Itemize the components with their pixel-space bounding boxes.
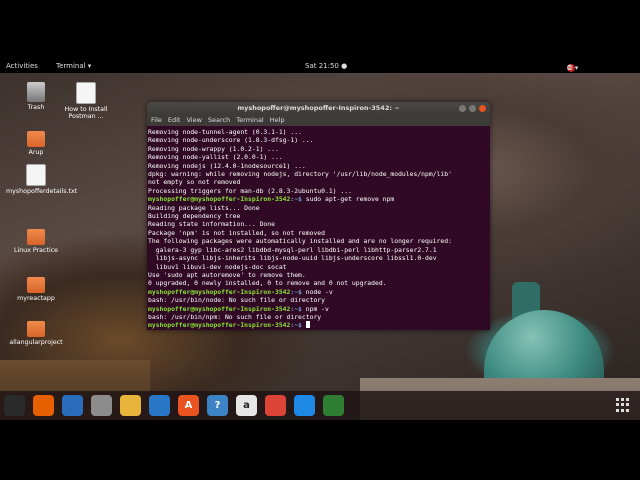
- menu-terminal[interactable]: Terminal: [236, 115, 263, 126]
- terminal-output-line: Building dependency tree: [148, 212, 241, 221]
- terminal-output-line: Removing node-tunnel-agent (0.3.1-1) ...: [148, 128, 302, 136]
- desktop-icon-label: allangularproject: [9, 339, 63, 346]
- menu-file[interactable]: File: [151, 115, 162, 126]
- folder-icon: [27, 277, 45, 293]
- terminal-output[interactable]: Removing node-tunnel-agent (0.3.1-1) ...…: [147, 126, 490, 330]
- terminal-output-line: bash: /usr/bin/npm: No such file or dire…: [148, 312, 322, 321]
- terminal-output-line: Processing triggers for man-db (2.8.3-2u…: [148, 186, 352, 195]
- maximize-icon[interactable]: [469, 105, 476, 112]
- menu-search[interactable]: Search: [208, 115, 230, 126]
- close-icon[interactable]: [479, 105, 486, 112]
- desktop-icon-label: myshopofferdetails.txt: [6, 188, 78, 195]
- desktop-icon-label: How to Install Postman ...: [64, 106, 108, 120]
- terminal-command: npm -v: [305, 304, 329, 313]
- terminal-output-line: Removing node-underscore (1.8.3-dfsg-1) …: [148, 136, 314, 145]
- terminal-output-line: Reading state information... Done: [148, 220, 275, 229]
- folder-icon: [27, 229, 45, 245]
- terminal-output-line: Removing nodejs (12.4.0-1nodesource1) ..…: [148, 161, 306, 170]
- terminal-window[interactable]: myshopoffer@myshopoffer-Inspiron-3542: ~…: [147, 102, 490, 330]
- prompt-user: myshopoffer@myshopoffer-Inspiron-3542: [148, 287, 291, 296]
- rhythmbox-icon[interactable]: [120, 395, 141, 416]
- desktop-icon-label: Arup: [28, 149, 44, 156]
- terminal-output-line: Removing node-wrappy (1.0.2-1) ...: [148, 144, 279, 153]
- terminal-prompt-line: myshopoffer@myshopoffer-Inspiron-3542:~$…: [148, 288, 490, 296]
- minimize-icon[interactable]: [459, 105, 466, 112]
- desktop-icon[interactable]: Linux Practice: [6, 226, 66, 254]
- show-applications-icon[interactable]: [616, 398, 630, 412]
- terminal-title: myshopoffer@myshopoffer-Inspiron-3542: ~: [237, 104, 400, 112]
- top-bar: Activities Terminal ▾ Sat 21:50 ● ⇅ ♪ ⏻ …: [0, 60, 640, 73]
- terminal-output-line: Package 'npm' is not installed, so not r…: [148, 228, 325, 237]
- amazon-icon[interactable]: a: [236, 395, 257, 416]
- terminal-prompt-line: myshopoffer@myshopoffer-Inspiron-3542:~$: [148, 321, 490, 329]
- prompt-path: :~$: [290, 195, 302, 204]
- terminal-output-line: 0 upgraded, 0 newly installed, 0 to remo…: [148, 279, 387, 288]
- desktop-icon[interactable]: Arup: [6, 128, 66, 156]
- desktop-icon[interactable]: myreactapp: [6, 274, 66, 302]
- help-icon[interactable]: ?: [207, 395, 228, 416]
- text-file-icon: [26, 164, 46, 186]
- prompt-path: :~$: [290, 304, 302, 313]
- prompt-user: myshopoffer@myshopoffer-Inspiron-3542: [148, 304, 291, 313]
- dock: A? a: [0, 391, 640, 420]
- terminal-output-line: not empty so not removed: [148, 178, 241, 187]
- terminal-output-line: libjs-async libjs-inherits libjs-node-uu…: [148, 254, 437, 263]
- desktop-icon[interactable]: myshopofferdetails.txt: [6, 164, 78, 195]
- desktop-icon-label: Linux Practice: [13, 247, 59, 254]
- terminal-output-line: Reading package lists... Done: [148, 203, 260, 212]
- prompt-path: :~$: [290, 321, 302, 330]
- desktop-icon[interactable]: How to Install Postman ...: [56, 82, 116, 120]
- software-center-icon[interactable]: A: [178, 395, 199, 416]
- activities-button[interactable]: Activities: [6, 62, 38, 70]
- vscode-icon[interactable]: [294, 395, 315, 416]
- desktop-icon[interactable]: allangularproject: [6, 318, 66, 346]
- app-menu-button[interactable]: Terminal ▾: [56, 62, 91, 70]
- prompt-path: :~$: [290, 287, 302, 296]
- folder-icon: [27, 131, 45, 147]
- libreoffice-writer-icon[interactable]: [149, 395, 170, 416]
- chrome-icon[interactable]: [265, 395, 286, 416]
- firefox-icon[interactable]: [33, 395, 54, 416]
- terminal-output-line: galera-3 gyp libc-ares2 libdbd-mysql-per…: [148, 245, 437, 254]
- terminal-output-line: Use 'sudo apt autoremove' to remove them…: [148, 270, 306, 279]
- trash-icon: [27, 82, 45, 102]
- power-icon: ⏻ ▾: [567, 64, 579, 72]
- terminal-command: sudo apt-get remove npm: [305, 195, 395, 204]
- menu-edit[interactable]: Edit: [168, 115, 181, 126]
- menu-help[interactable]: Help: [270, 115, 285, 126]
- terminal-command: node -v: [305, 287, 333, 296]
- clock[interactable]: Sat 21:50 ●: [305, 62, 347, 70]
- terminal-output-line: dpkg: warning: while removing nodejs, di…: [148, 170, 452, 179]
- terminal-menubar: File Edit View Search Terminal Help: [147, 115, 490, 126]
- prompt-user: myshopoffer@myshopoffer-Inspiron-3542: [148, 195, 291, 204]
- terminal-output-line: bash: /usr/bin/node: No such file or dir…: [148, 296, 325, 305]
- thunderbird-icon[interactable]: [62, 395, 83, 416]
- files-icon[interactable]: [91, 395, 112, 416]
- terminal-output-line: The following packages were automaticall…: [148, 237, 452, 246]
- terminal-output-line: libuv1 libuv1-dev nodejs-doc socat: [148, 262, 287, 271]
- terminal-output-line: Removing node-yallist (2.0.0-1) ...: [148, 153, 283, 162]
- prompt-user: myshopoffer@myshopoffer-Inspiron-3542: [148, 321, 291, 330]
- terminal-titlebar[interactable]: myshopoffer@myshopoffer-Inspiron-3542: ~: [147, 102, 490, 115]
- text-cursor: [305, 321, 310, 329]
- camera-icon[interactable]: [323, 395, 344, 416]
- terminal-icon[interactable]: [4, 395, 25, 416]
- terminal-prompt-line: myshopoffer@myshopoffer-Inspiron-3542:~$…: [148, 195, 490, 203]
- terminal-prompt-line: myshopoffer@myshopoffer-Inspiron-3542:~$…: [148, 305, 490, 313]
- folder-icon: [27, 321, 45, 337]
- document-icon: [76, 82, 96, 104]
- menu-view[interactable]: View: [186, 115, 201, 126]
- desktop-icon-label: myreactapp: [17, 295, 55, 302]
